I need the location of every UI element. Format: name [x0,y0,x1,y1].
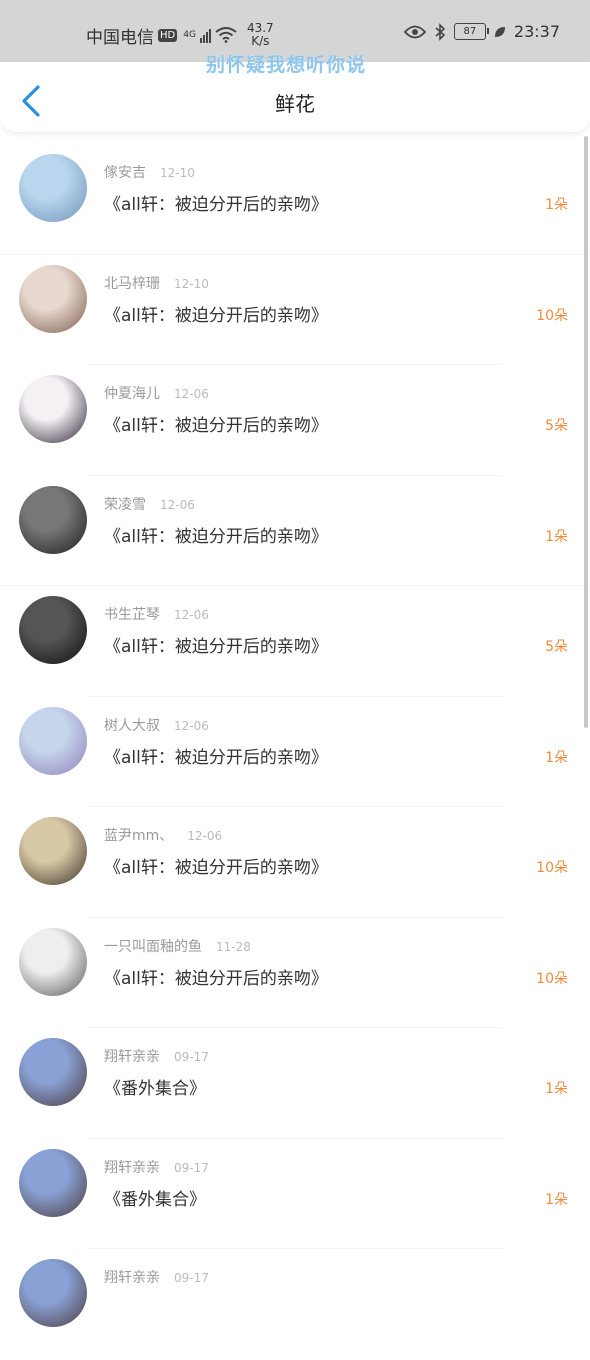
watermark-text: 别怀疑我想听你说 [206,54,367,76]
avatar[interactable] [19,1259,87,1327]
leaf-icon [494,26,505,37]
flower-count: 1朵 [545,749,568,766]
user-name: 蓝尹mm、 [104,828,174,844]
user-name-line: 一只叫面釉的鱼 11-28 [104,936,251,956]
flower-count: 1朵 [545,197,568,213]
date: 12-06 [174,718,209,733]
status-right: 87 23:37 [403,22,560,41]
user-name: 荣凌雪 [104,496,146,513]
date: 11-28 [216,939,251,954]
avatar[interactable] [19,1038,87,1106]
avatar[interactable] [19,927,87,996]
page-title: 鲜花 [275,92,315,116]
user-name-line: 北马梓珊 12-10 [104,273,209,293]
book-title: 《all轩：被迫分开后的亲吻》 [104,195,328,215]
date: 12-06 [160,497,195,512]
date: 12-10 [160,166,195,180]
date: 12-06 [187,829,223,843]
flower-list: 傢安吉 12-10 《all轩：被迫分开后的亲吻》 1朵 北马梓珊 12-10 《a… [0,144,590,1360]
date: 12-10 [174,276,209,291]
battery-icon: 87 [453,23,489,40]
speed-unit: K/s [251,34,270,48]
user-name: 翔轩亲亲 [104,1049,160,1065]
user-name: 北马梓珊 [104,275,160,292]
flower-count: 1朵 [545,528,568,545]
list-item[interactable]: 傢安吉 12-10 《all轩：被迫分开后的亲吻》 1朵 [0,144,590,255]
date: 12-06 [174,387,209,401]
user-name-line: 翔轩亲亲 09-17 [104,1157,209,1177]
wifi-icon [215,27,237,43]
list-item[interactable]: 翔轩亲亲 09-17 《番外集合》 1朵 [0,1139,590,1249]
hd-badge: HD [158,28,178,42]
flower-count: 10朵 [536,970,568,987]
avatar[interactable] [19,1148,87,1217]
list-item[interactable]: 荣凌雪 12-06 《all轩：被迫分开后的亲吻》 1朵 [0,476,590,586]
user-name-line: 傢安吉 12-10 [104,162,195,182]
network-speed: 43.7 K/s [247,22,274,48]
list-item[interactable]: 书生芷琴 12-06 《all轩：被迫分开后的亲吻》 5朵 [0,586,590,697]
date: 12-06 [174,608,209,622]
list-item[interactable]: 北马梓珊 12-10 《all轩：被迫分开后的亲吻》 10朵 [0,255,590,365]
signal-icon [199,27,211,43]
user-name-line: 仲夏海儿 12-06 [104,383,209,403]
book-title: 《番外集合》 [104,1079,206,1099]
date: 09-17 [174,1271,209,1285]
avatar[interactable] [19,375,87,443]
flower-count: 10朵 [536,307,568,324]
user-name: 书生芷琴 [104,607,160,623]
flower-count: 1朵 [545,1191,568,1208]
book-title: 《all轩：被迫分开后的亲吻》 [104,416,328,436]
user-name-line: 蓝尹mm、 12-06 [104,825,222,845]
book-title: 《all轩：被迫分开后的亲吻》 [104,526,328,547]
battery-level: 87 [463,26,477,37]
user-name: 树人大叔 [104,717,160,734]
date: 09-17 [174,1160,209,1175]
book-title: 《all轩：被迫分开后的亲吻》 [104,637,328,657]
user-name: 仲夏海儿 [104,386,160,402]
flower-count: 10朵 [536,860,568,876]
list-item[interactable]: 翔轩亲亲 09-17 [0,1249,590,1360]
avatar[interactable] [19,154,87,222]
list-item[interactable]: 树人大叔 12-06 《all轩：被迫分开后的亲吻》 1朵 [0,697,590,807]
avatar[interactable] [19,817,87,885]
avatar[interactable] [19,264,87,333]
user-name-line: 树人大叔 12-06 [104,715,209,735]
list-item[interactable]: 翔轩亲亲 09-17 《番外集合》 1朵 [0,1028,590,1139]
book-title: 《all轩：被迫分开后的亲吻》 [104,747,328,768]
list-item[interactable]: 一只叫面釉的鱼 11-28 《all轩：被迫分开后的亲吻》 10朵 [0,918,590,1028]
clock: 23:37 [513,22,560,41]
user-name-line: 荣凌雪 12-06 [104,494,195,514]
user-name: 翔轩亲亲 [104,1159,160,1176]
avatar[interactable] [19,706,87,775]
scrollbar[interactable] [584,136,588,728]
flower-count: 1朵 [545,1081,568,1097]
user-name-line: 翔轩亲亲 09-17 [104,1046,209,1066]
book-title: 《all轩：被迫分开后的亲吻》 [104,858,328,878]
user-name: 翔轩亲亲 [104,1270,160,1286]
bluetooth-icon [435,22,446,41]
user-name: 傢安吉 [104,165,146,181]
eye-icon [403,25,426,38]
status-left: 中国电信 HD 4G 43.7 K/s [86,22,274,48]
flower-count: 5朵 [545,418,568,434]
date: 09-17 [174,1050,209,1064]
book-title: 《all轩：被迫分开后的亲吻》 [104,305,328,326]
flower-count: 5朵 [545,639,568,655]
list-item[interactable]: 仲夏海儿 12-06 《all轩：被迫分开后的亲吻》 5朵 [0,365,590,476]
network-type: 4G [183,30,196,40]
avatar[interactable] [19,596,87,664]
list-item[interactable]: 蓝尹mm、 12-06 《all轩：被迫分开后的亲吻》 10朵 [0,807,590,918]
user-name-line: 书生芷琴 12-06 [104,604,209,624]
avatar[interactable] [19,485,87,554]
user-name: 一只叫面釉的鱼 [104,938,202,955]
user-name-line: 翔轩亲亲 09-17 [104,1267,209,1287]
carrier-label: 中国电信 [86,27,154,48]
book-title: 《all轩：被迫分开后的亲吻》 [104,968,328,989]
book-title: 《番外集合》 [104,1189,206,1210]
